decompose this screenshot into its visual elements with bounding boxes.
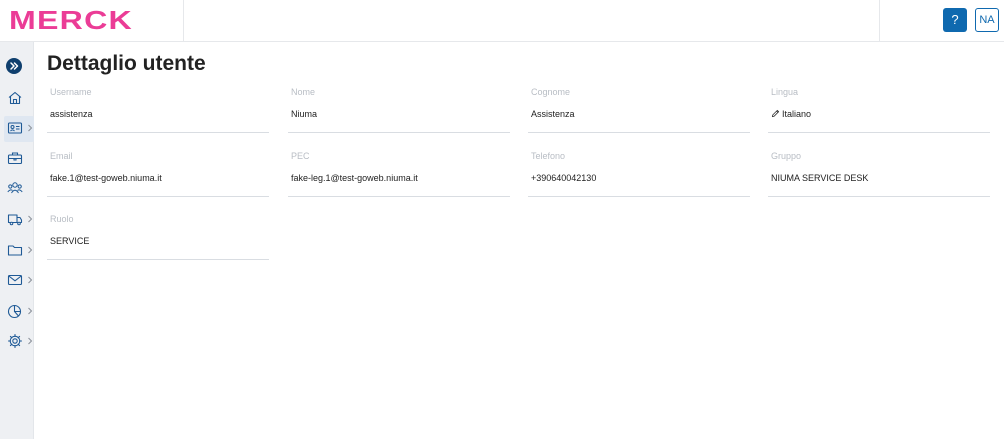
pec-field: PEC fake-leg.1@test-goweb.niuma.it <box>288 151 510 197</box>
sidebar <box>0 42 34 439</box>
chevron-right-icon <box>28 307 33 315</box>
pec-label: PEC <box>291 151 310 161</box>
page-title: Dettaglio utente <box>47 52 206 75</box>
telefono-field: Telefono +390640042130 <box>528 151 750 197</box>
sidebar-item-reports[interactable] <box>4 299 34 325</box>
truck-icon <box>7 214 23 226</box>
users-icon <box>7 182 23 194</box>
sidebar-item-settings[interactable] <box>4 329 34 355</box>
user-avatar[interactable]: NA <box>975 8 999 32</box>
username-value: assistenza <box>50 109 93 119</box>
ruolo-value: SERVICE <box>50 236 90 246</box>
sidebar-item-briefcase[interactable] <box>4 146 34 172</box>
username-label: Username <box>50 87 92 97</box>
briefcase-icon <box>7 152 23 165</box>
svg-text:MERCK: MERCK <box>9 9 133 31</box>
help-button[interactable]: ? <box>943 8 967 32</box>
lingua-field[interactable]: Lingua Italiano <box>768 87 990 133</box>
telefono-label: Telefono <box>531 151 566 161</box>
nome-field: Nome Niuma <box>288 87 510 133</box>
merck-logo-icon: MERCK <box>9 5 133 35</box>
username-field: Username assistenza <box>47 87 269 133</box>
gruppo-value: NIUMA SERVICE DESK <box>771 173 869 183</box>
email-field: Email fake.1@test-goweb.niuma.it <box>47 151 269 197</box>
cognome-label: Cognome <box>531 87 571 97</box>
pec-value: fake-leg.1@test-goweb.niuma.it <box>291 173 418 183</box>
id-card-icon <box>7 122 23 134</box>
telefono-value: +390640042130 <box>531 173 597 183</box>
email-label: Email <box>50 151 73 161</box>
nome-value: Niuma <box>291 109 318 119</box>
chevron-right-icon <box>28 215 33 223</box>
gear-icon <box>7 333 23 349</box>
chevron-right-icon <box>28 124 33 132</box>
nome-label: Nome <box>291 87 316 97</box>
mail-icon <box>7 274 23 286</box>
double-chevron-right-icon <box>10 62 19 70</box>
sidebar-item-shipping[interactable] <box>4 207 34 233</box>
pie-chart-icon <box>7 304 22 319</box>
chevron-right-icon <box>28 337 33 345</box>
lingua-label: Lingua <box>771 87 799 97</box>
merck-logo[interactable]: MERCK <box>9 5 135 35</box>
sidebar-item-user-detail[interactable] <box>4 116 34 142</box>
sidebar-item-documents[interactable] <box>4 238 34 264</box>
email-value: fake.1@test-goweb.niuma.it <box>50 173 162 183</box>
ruolo-label: Ruolo <box>50 214 74 224</box>
lingua-value-wrap[interactable]: Italiano <box>771 109 811 119</box>
lingua-value: Italiano <box>782 109 812 119</box>
ruolo-field: Ruolo SERVICE <box>47 214 269 260</box>
chevron-right-icon <box>28 246 33 254</box>
sidebar-item-users[interactable] <box>4 176 34 202</box>
main-content: Dettaglio utente Username assistenza Nom… <box>34 42 1004 439</box>
chevron-right-icon <box>28 276 33 284</box>
pencil-icon[interactable] <box>771 109 780 118</box>
cognome-field: Cognome Assistenza <box>528 87 750 133</box>
top-header: MERCK ? NA <box>0 0 1004 42</box>
header-divider <box>879 0 880 42</box>
folder-icon <box>7 245 23 256</box>
header-divider <box>183 0 184 42</box>
cognome-value: Assistenza <box>531 109 575 119</box>
sidebar-item-messages[interactable] <box>4 268 34 294</box>
gruppo-label: Gruppo <box>771 151 802 161</box>
sidebar-item-home[interactable] <box>4 86 34 112</box>
sidebar-expand-toggle[interactable] <box>6 58 22 74</box>
gruppo-field: Gruppo NIUMA SERVICE DESK <box>768 151 990 197</box>
home-icon <box>8 91 22 105</box>
